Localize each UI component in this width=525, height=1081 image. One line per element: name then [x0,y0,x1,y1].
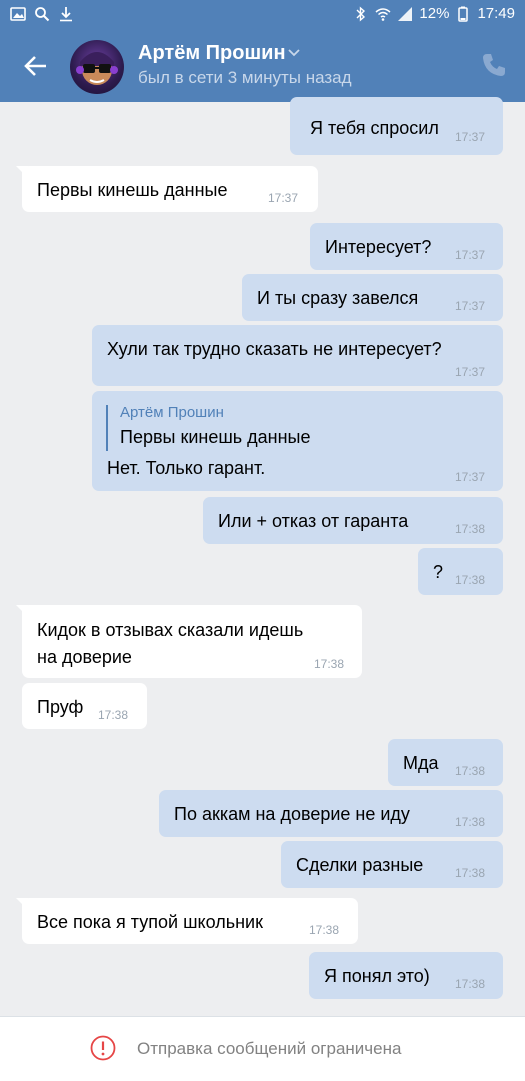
message-bubble-outgoing[interactable]: И ты сразу завелся 17:37 [242,274,503,321]
message-time: 17:38 [455,866,486,880]
message-text-line2: на доверие [37,647,132,667]
signal-icon [398,6,413,21]
message-text: ? [433,562,444,582]
back-arrow-icon[interactable] [18,48,54,84]
message-bubble-outgoing[interactable]: ? 17:38 [418,548,503,595]
search-notification-icon [35,7,50,22]
gallery-notification-icon [10,7,26,21]
bubble-tail [16,166,28,178]
message-bubble-outgoing-reply[interactable]: Артём Прошин Первы кинешь данные Нет. То… [92,391,503,491]
message-text: По аккам на доверие не иду [174,804,410,824]
message-time: 17:38 [455,764,486,778]
message-time: 17:38 [98,708,129,722]
message-time: 17:38 [455,522,486,536]
message-text: Все пока я тупой школьник [37,912,263,932]
avatar[interactable] [70,40,124,94]
message-text: Я тебя спросил [310,118,439,138]
message-time: 17:37 [455,248,486,262]
bluetooth-icon [356,5,366,22]
restricted-notice: Отправка сообщений ограничена [137,1039,402,1058]
forward-text: Первы кинешь данные [120,427,311,447]
message-bubble-outgoing[interactable]: Мда 17:38 [388,739,503,786]
message-time: 17:37 [455,299,486,313]
message-text-line1: Кидок в отзывах сказали идешь [37,620,304,640]
battery-icon [458,6,469,22]
wifi-icon [375,7,391,21]
chevron-down-icon[interactable] [287,46,301,60]
download-notification-icon [60,7,72,22]
bubble-tail [16,605,28,617]
message-text: Или + отказ от гаранта [218,511,409,531]
message-bubble-incoming[interactable]: Кидок в отзывах сказали идешь на доверие… [16,605,362,678]
message-time: 17:37 [455,130,486,144]
message-text: Хули так трудно сказать не интересует? [107,339,442,359]
message-text: И ты сразу завелся [257,288,419,308]
message-bubble-outgoing[interactable]: Я понял это) 17:38 [309,952,503,999]
message-text: Интересует? [325,237,432,257]
message-bubble-outgoing[interactable]: Интересует? 17:37 [310,223,503,270]
forward-author[interactable]: Артём Прошин [120,404,224,421]
battery-percent: 12% [419,5,450,22]
message-text: Я понял это) [324,966,430,986]
message-time: 17:38 [455,573,486,587]
chat-header: Артём Прошин был в сети 3 минуты назад [0,30,525,102]
status-bar: 12% 17:49 [0,0,525,30]
clock: 17:49 [477,5,515,22]
forward-bar [106,405,108,451]
message-text: Сделки разные [296,855,424,875]
message-bubble-outgoing[interactable]: Сделки разные 17:38 [281,841,503,888]
bubble-tail [16,898,28,910]
avatar-image [76,52,118,85]
message-time: 17:37 [455,365,486,379]
message-bubble-incoming[interactable]: Первы кинешь данные 17:37 [16,166,318,212]
message-time: 17:38 [455,977,486,991]
message-bubble-outgoing[interactable]: По аккам на доверие не иду 17:38 [159,790,503,837]
message-list[interactable]: Я тебя спросил 17:37 Первы кинешь данные… [0,97,525,1016]
message-text: Первы кинешь данные [37,180,228,200]
message-time: 17:37 [268,191,299,205]
message-bubble-outgoing[interactable]: Или + отказ от гаранта 17:38 [203,497,503,544]
message-bubble-incoming[interactable]: Все пока я тупой школьник 17:38 [16,898,358,944]
message-text: Нет. Только гарант. [107,458,266,478]
message-text: Пруф [37,697,84,717]
message-restricted-footer: Отправка сообщений ограничена [0,1016,525,1081]
message-time: 17:37 [455,470,486,484]
message-time: 17:38 [314,657,345,671]
contact-status: был в сети 3 минуты назад [138,68,352,87]
message-time: 17:38 [309,923,340,937]
message-time: 17:38 [455,815,486,829]
phone-call-icon[interactable] [481,52,507,78]
contact-name[interactable]: Артём Прошин [138,42,286,65]
message-bubble-incoming[interactable]: Пруф 17:38 [22,683,147,729]
message-bubble-outgoing[interactable]: Я тебя спросил 17:37 [290,97,503,155]
warning-icon [90,1035,116,1061]
message-text: Мда [403,753,439,773]
message-bubble-outgoing[interactable]: Хули так трудно сказать не интересует? 1… [92,325,503,386]
